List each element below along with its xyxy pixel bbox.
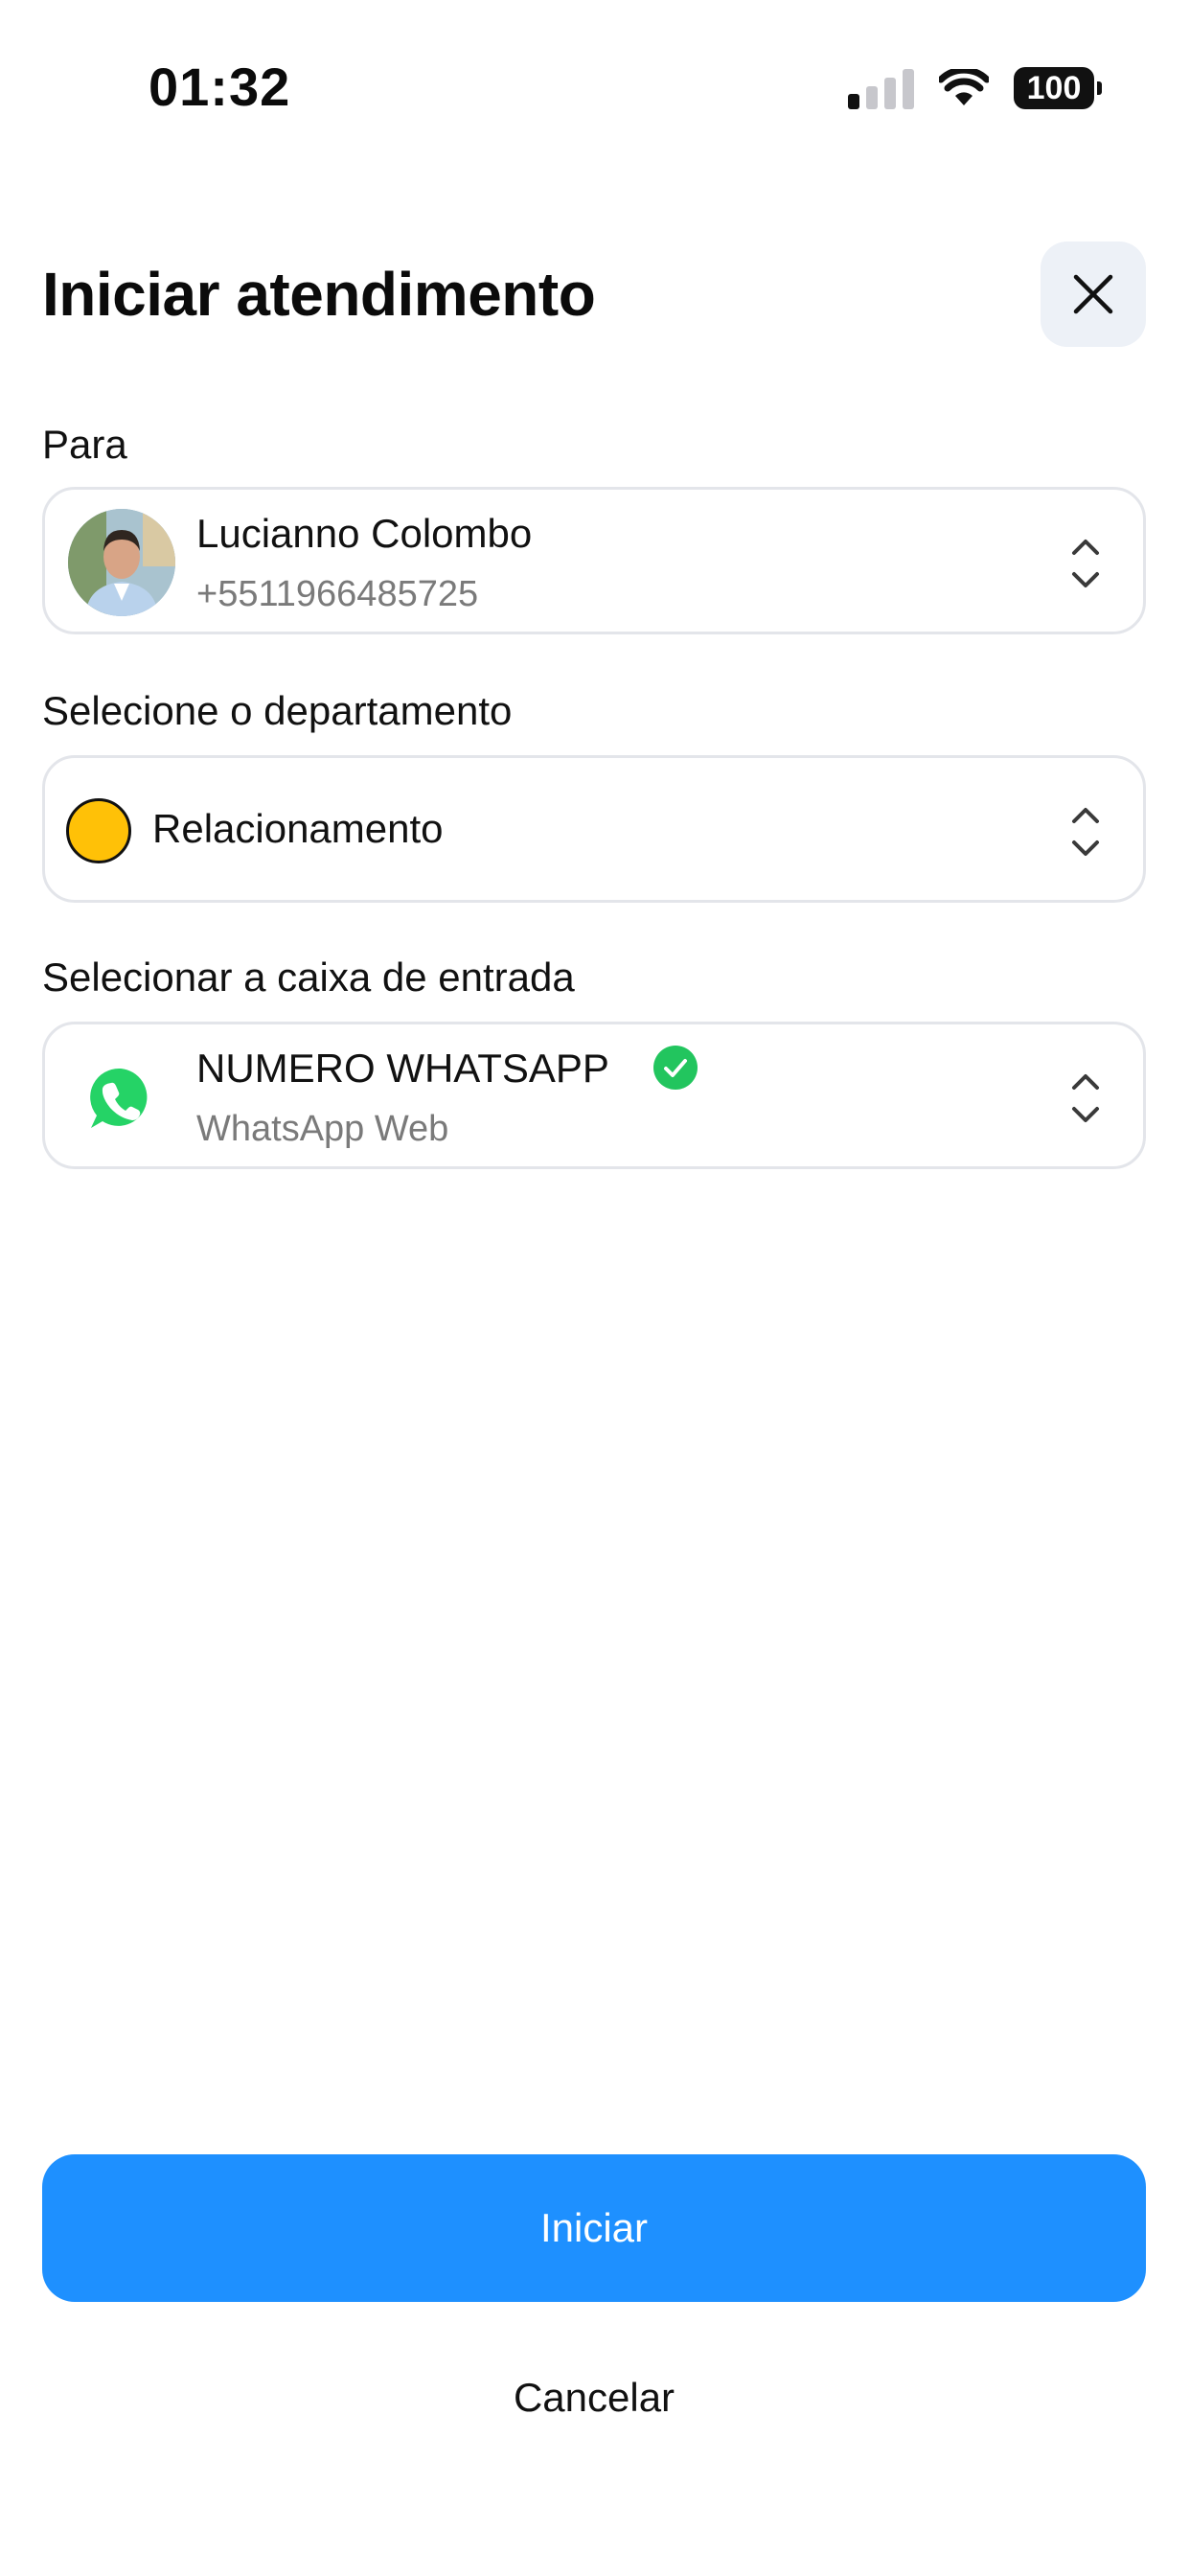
- department-select[interactable]: Relacionamento: [42, 755, 1146, 903]
- battery-indicator: 100: [1014, 67, 1102, 109]
- start-button[interactable]: Iniciar: [42, 2154, 1146, 2302]
- wifi-icon: [939, 69, 989, 105]
- status-icons: 100: [848, 65, 1102, 111]
- chevron-up-down-icon: [1072, 1074, 1099, 1122]
- contact-phone: +5511966485725: [196, 574, 479, 614]
- status-time: 01:32: [149, 57, 291, 117]
- close-icon: [1073, 274, 1113, 314]
- recipient-select[interactable]: Lucianno Colombo +5511966485725: [42, 487, 1146, 634]
- start-service-screen: 01:32 100 Iniciar atendimento Para Lucia…: [0, 0, 1190, 2576]
- inbox-label: Selecionar a caixa de entrada: [42, 954, 575, 1000]
- inbox-name: NUMERO WHATSAPP: [196, 1046, 609, 1091]
- chevron-up-down-icon: [1072, 808, 1099, 856]
- contact-name: Lucianno Colombo: [196, 511, 533, 556]
- cancel-button[interactable]: Cancelar: [42, 2359, 1146, 2436]
- verified-check-icon: [653, 1046, 698, 1090]
- inbox-type: WhatsApp Web: [196, 1109, 449, 1149]
- department-color-dot: [66, 798, 131, 863]
- avatar: [68, 509, 175, 616]
- page-title: Iniciar atendimento: [42, 260, 596, 329]
- battery-level: 100: [1026, 69, 1082, 106]
- cellular-signal-icon: [848, 67, 914, 109]
- department-value: Relacionamento: [152, 806, 444, 851]
- department-label: Selecione o departamento: [42, 688, 513, 733]
- close-button[interactable]: [1041, 242, 1146, 347]
- inbox-select[interactable]: NUMERO WHATSAPP WhatsApp Web: [42, 1022, 1146, 1169]
- chevron-up-down-icon: [1072, 540, 1099, 587]
- whatsapp-icon: [90, 1068, 148, 1128]
- recipient-label: Para: [42, 422, 127, 467]
